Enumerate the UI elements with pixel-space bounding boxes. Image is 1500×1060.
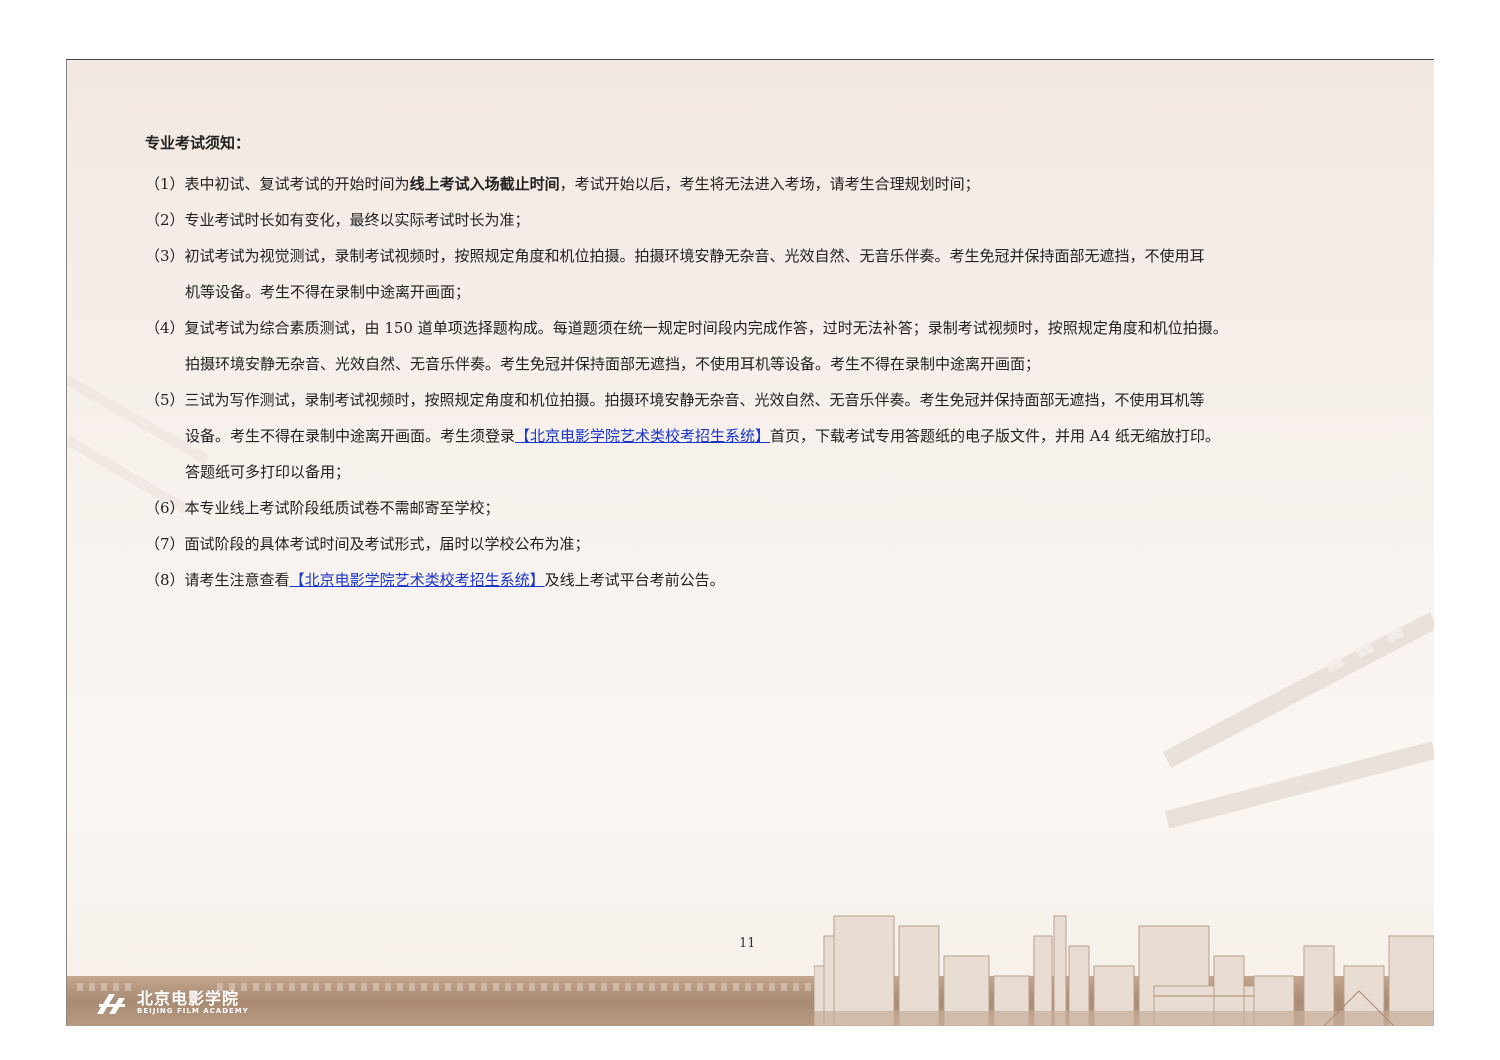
academy-emblem-icon <box>97 993 125 1014</box>
notice-item-3-continued: 机等设备。考生不得在录制中途离开画面； <box>145 274 1375 310</box>
film-sprockets <box>77 983 137 991</box>
notice-item-2: （2）专业考试时长如有变化，最终以实际考试时长为准； <box>145 202 1375 238</box>
item-text: 机等设备。考生不得在录制中途离开画面； <box>185 283 471 301</box>
item-number: （4） <box>145 319 185 337</box>
item-text: 设备。考生不得在录制中途离开画面。考生须登录 <box>185 427 516 445</box>
item-bold-text: 线上考试入场截止时间 <box>409 175 560 193</box>
page-number: 11 <box>739 936 756 951</box>
notice-item-7: （7）面试阶段的具体考试时间及考试形式，届时以学校公布为准； <box>145 526 1375 562</box>
notice-item-4-continued: 拍摄环境安静无杂音、光效自然、无音乐伴奏。考生免冠并保持面部无遮挡，不使用耳机等… <box>145 346 1375 382</box>
item-text: 首页，下载考试专用答题纸的电子版文件，并用 A4 纸无缩放打印。 <box>770 427 1220 445</box>
film-sprockets <box>217 983 867 991</box>
notice-item-6: （6）本专业线上考试阶段纸质试卷不需邮寄至学校； <box>145 490 1375 526</box>
item-number: （1） <box>145 175 185 193</box>
notice-item-8: （8）请考生注意查看【北京电影学院艺术类校考招生系统】及线上考试平台考前公告。 <box>145 562 1375 598</box>
admission-system-link[interactable]: 【北京电影学院艺术类校考招生系统】 <box>515 427 770 445</box>
item-text: 复试考试为综合素质测试，由 150 道单项选择题构成。每道题须在统一规定时间段内… <box>184 319 1228 337</box>
notice-item-5-continued: 设备。考生不得在录制中途离开画面。考生须登录【北京电影学院艺术类校考招生系统】首… <box>145 418 1375 454</box>
item-text: 专业考试时长如有变化，最终以实际考试时长为准； <box>184 211 530 229</box>
item-number: （7） <box>145 535 185 553</box>
item-text: 面试阶段的具体考试时间及考试形式，届时以学校公布为准； <box>184 535 590 553</box>
notice-item-5: （5）三试为写作测试，录制考试视频时，按照规定角度和机位拍摄。拍摄环境安静无杂音… <box>145 382 1375 418</box>
item-number: （5） <box>145 391 185 409</box>
item-text: 请考生注意查看 <box>184 571 290 589</box>
item-text: 拍摄环境安静无杂音、光效自然、无音乐伴奏。考生免冠并保持面部无遮挡，不使用耳机等… <box>185 355 1041 373</box>
item-number: （6） <box>145 499 185 517</box>
exam-notice: 专业考试须知： （1）表中初试、复试考试的开始时间为线上考试入场截止时间，考试开… <box>145 130 1375 598</box>
campus-skyline-illustration <box>814 915 1434 1026</box>
item-number: （8） <box>145 571 185 589</box>
item-text: 本专业线上考试阶段纸质试卷不需邮寄至学校； <box>184 499 500 517</box>
academy-name-cn: 北京电影学院 <box>137 989 240 1008</box>
notice-heading: 专业考试须知： <box>145 134 251 152</box>
item-text: 答题纸可多打印以备用； <box>185 463 351 481</box>
admission-system-link[interactable]: 【北京电影学院艺术类校考招生系统】 <box>290 571 545 589</box>
notice-item-1: （1）表中初试、复试考试的开始时间为线上考试入场截止时间，考试开始以后，考生将无… <box>145 166 1375 202</box>
notice-item-5-continued-2: 答题纸可多打印以备用； <box>145 454 1375 490</box>
item-text: 表中初试、复试考试的开始时间为 <box>184 175 410 193</box>
academy-logo: 北京电影学院 BEIJING FILM ACADEMY <box>95 991 249 1016</box>
notice-item-3: （3）初试考试为视觉测试，录制考试视频时，按照规定角度和机位拍摄。拍摄环境安静无… <box>145 238 1375 274</box>
academy-name-en: BEIJING FILM ACADEMY <box>137 1007 249 1015</box>
item-number: （3） <box>145 247 185 265</box>
item-number: （2） <box>145 211 185 229</box>
item-text: 及线上考试平台考前公告。 <box>544 571 725 589</box>
notice-item-4: （4）复试考试为综合素质测试，由 150 道单项选择题构成。每道题须在统一规定时… <box>145 310 1375 346</box>
item-text: 三试为写作测试，录制考试视频时，按照规定角度和机位拍摄。拍摄环境安静无杂音、光效… <box>184 391 1205 409</box>
item-text: ，考试开始以后，考生将无法进入考场，请考生合理规划时间； <box>559 175 980 193</box>
item-text: 初试考试为视觉测试，录制考试视频时，按照规定角度和机位拍摄。拍摄环境安静无杂音、… <box>184 247 1205 265</box>
document-page: 专业考试须知： （1）表中初试、复试考试的开始时间为线上考试入场截止时间，考试开… <box>66 59 1434 1026</box>
academy-logo-text: 北京电影学院 BEIJING FILM ACADEMY <box>137 991 249 1016</box>
